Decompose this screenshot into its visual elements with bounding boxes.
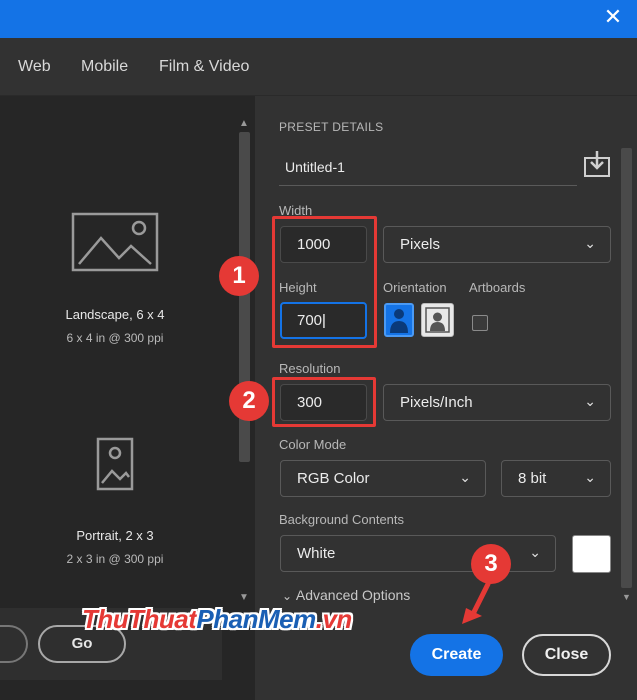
width-unit-select[interactable]: Pixels ⌄ (383, 226, 611, 263)
resolution-unit-select[interactable]: Pixels/Inch ⌄ (383, 384, 611, 421)
chevron-down-icon: ⌄ (282, 589, 296, 603)
color-mode-label: Color Mode (279, 437, 347, 452)
preset-subtitle: 6 x 4 in @ 300 ppi (66, 331, 164, 345)
preset-subtitle: 2 x 3 in @ 300 ppi (66, 552, 164, 566)
width-unit-value: Pixels (400, 236, 441, 253)
portrait-person-icon (390, 309, 408, 333)
highlight-size-fields (272, 216, 377, 348)
scroll-down-icon[interactable]: ▼ (239, 592, 249, 603)
dialog-titlebar: ✕ (0, 0, 637, 38)
landscape-image-icon (71, 212, 159, 272)
arrow-to-create-icon (462, 581, 491, 624)
chevron-down-icon: ⌄ (584, 394, 596, 410)
orientation-portrait-button[interactable] (384, 303, 414, 337)
chevron-down-icon: ⌄ (459, 470, 471, 486)
advanced-options-label: Advanced Options (295, 587, 411, 603)
landscape-person-icon (425, 307, 450, 333)
details-scrollbar[interactable]: ▼ (619, 148, 633, 608)
scrollbar-thumb[interactable] (621, 148, 632, 588)
color-mode-value: RGB Color (297, 470, 370, 487)
background-color-swatch[interactable] (572, 535, 611, 573)
resolution-unit-value: Pixels/Inch (400, 394, 473, 411)
highlight-resolution-field (272, 377, 376, 427)
scroll-up-icon[interactable]: ▲ (239, 118, 249, 129)
presets-scrollbar[interactable]: ▲ ▼ (236, 118, 252, 608)
close-icon[interactable]: ✕ (601, 6, 625, 30)
section-title: PRESET DETAILS (279, 120, 384, 134)
document-name-input[interactable]: Untitled-1 (279, 148, 577, 186)
preset-portrait[interactable]: Portrait, 2 x 3 2 x 3 in @ 300 ppi (0, 437, 230, 566)
preset-landscape[interactable]: Landscape, 6 x 4 6 x 4 in @ 300 ppi (0, 212, 230, 345)
orientation-label: Orientation (383, 280, 447, 295)
preset-title: Portrait, 2 x 3 (76, 528, 154, 543)
preset-title: Landscape, 6 x 4 (65, 307, 165, 322)
preset-category-tabs: Web Mobile Film & Video (0, 38, 637, 96)
save-preset-icon[interactable] (583, 150, 611, 178)
watermark-logo: ThuThuatPhanMem.vn (82, 604, 352, 634)
portrait-image-icon (96, 437, 134, 491)
background-contents-value: White (297, 545, 336, 562)
close-button[interactable]: Close (522, 634, 611, 676)
tab-film-video[interactable]: Film & Video (159, 58, 249, 76)
advanced-options-toggle[interactable]: ⌄ Advanced Options (282, 587, 410, 603)
tab-mobile[interactable]: Mobile (81, 58, 128, 76)
chevron-down-icon: ⌄ (529, 545, 541, 561)
tab-web[interactable]: Web (18, 58, 51, 76)
orientation-landscape-button[interactable] (421, 303, 454, 337)
chevron-down-icon: ⌄ (584, 470, 596, 486)
color-mode-select[interactable]: RGB Color ⌄ (280, 460, 486, 497)
step-badge-1: 1 (219, 256, 259, 296)
background-contents-select[interactable]: White ⌄ (280, 535, 556, 572)
create-button[interactable]: Create (410, 634, 503, 676)
artboards-checkbox[interactable] (472, 315, 488, 331)
chevron-down-icon: ⌄ (584, 236, 596, 252)
step-badge-2: 2 (229, 381, 269, 421)
scroll-down-icon[interactable]: ▼ (622, 592, 631, 602)
resolution-label: Resolution (279, 361, 341, 376)
background-contents-label: Background Contents (279, 512, 405, 527)
step-badge-3: 3 (471, 544, 511, 584)
bit-depth-select[interactable]: 8 bit ⌄ (501, 460, 611, 497)
bit-depth-value: 8 bit (518, 470, 547, 487)
artboards-label: Artboards (469, 280, 526, 295)
